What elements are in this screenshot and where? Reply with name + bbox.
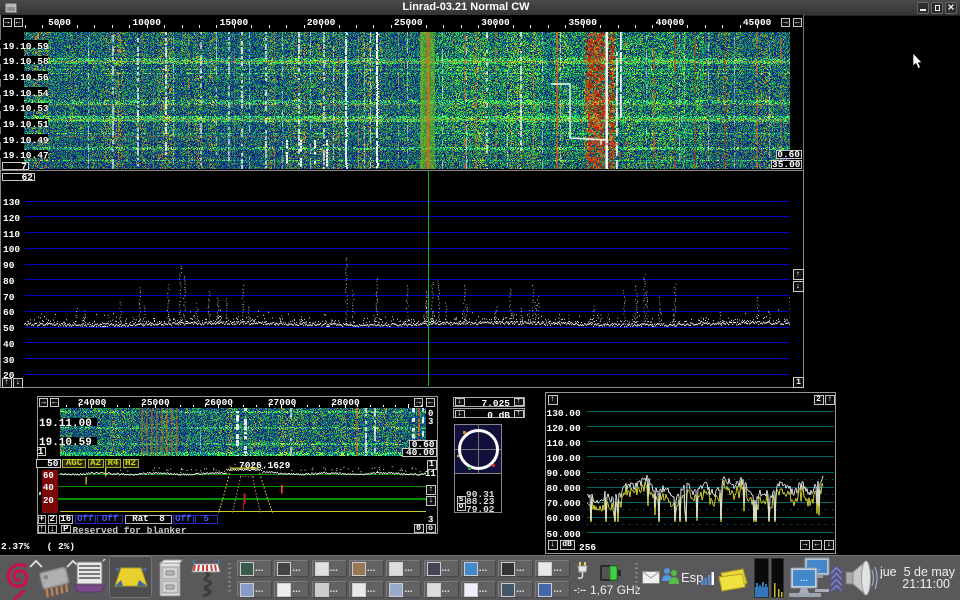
svg-text:...: ... [800,573,808,584]
